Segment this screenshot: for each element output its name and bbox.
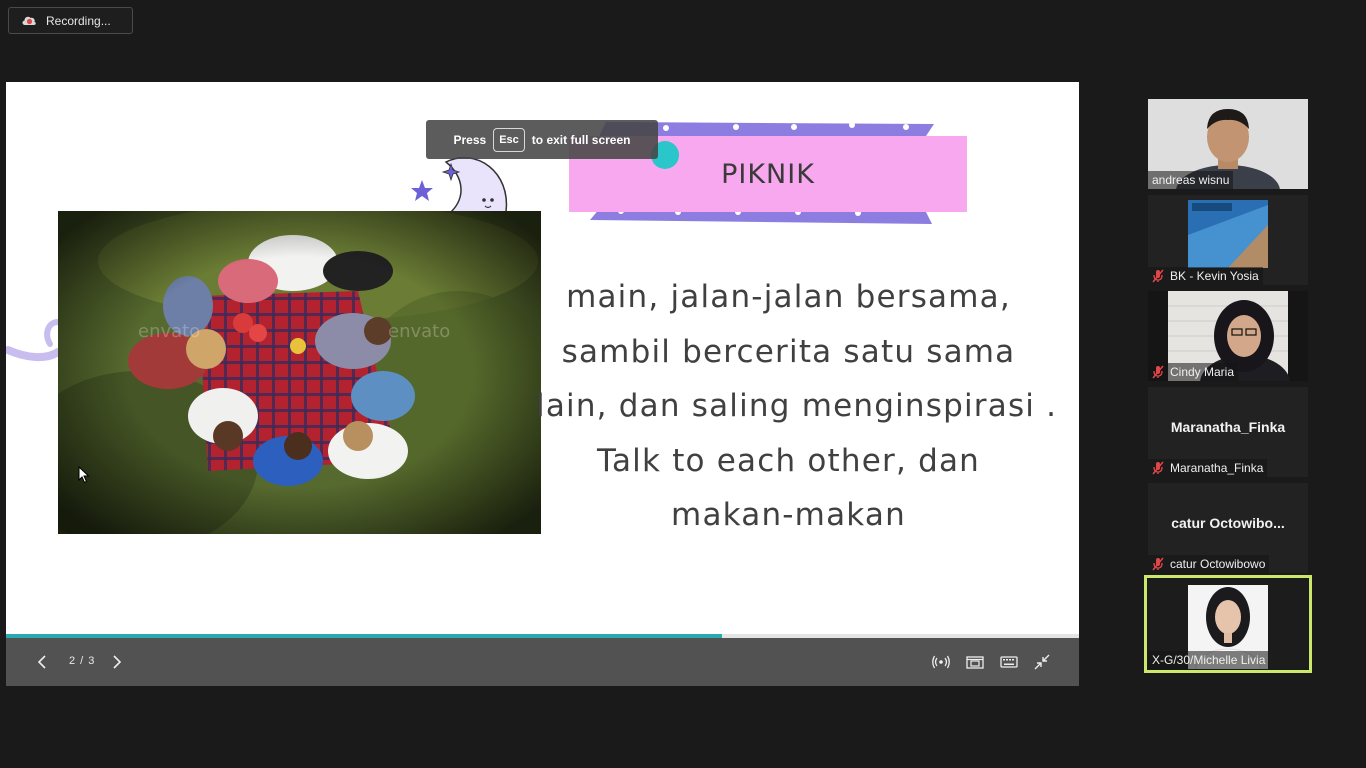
body-line: lain, dan saling menginspirasi .: [536, 388, 1058, 424]
chevron-right-icon: [113, 655, 122, 669]
body-line: main, jalan-jalan bersama,: [566, 279, 1011, 315]
swirl-decoration: [6, 319, 62, 361]
next-slide-button[interactable]: [105, 650, 129, 674]
meeting-window: Recording... envato envato PIKNIK main, …: [0, 0, 1366, 768]
participant-display-name: Maranatha_Finka: [1170, 419, 1286, 435]
presentation-slide: envato envato PIKNIK main, jalan-jalan b…: [6, 82, 1079, 638]
muted-mic-icon: [1152, 557, 1164, 571]
participant-name-bar: catur Octowibowo: [1148, 555, 1270, 573]
participant-name-bar: Cindy Maria: [1148, 363, 1239, 381]
window-icon: [966, 656, 984, 669]
tooltip-press: Press: [453, 132, 487, 147]
recording-label: Recording...: [46, 13, 111, 28]
participant-tile-maranatha[interactable]: Maranatha_Finka Maranatha_Finka: [1148, 387, 1308, 477]
participant-name: Cindy Maria: [1170, 365, 1235, 379]
keyboard-button[interactable]: [997, 650, 1021, 674]
participant-tile-cindy[interactable]: Cindy Maria: [1148, 291, 1308, 381]
exit-fullscreen-icon: [1034, 654, 1050, 670]
body-line: Talk to each other, dan: [596, 442, 981, 479]
body-line: makan-makan: [671, 497, 906, 533]
cloud-record-icon: [21, 14, 36, 27]
participant-name: Maranatha_Finka: [1170, 461, 1264, 475]
shared-screen: envato envato PIKNIK main, jalan-jalan b…: [6, 82, 1079, 686]
mouse-pointer-icon: [78, 466, 90, 484]
exit-fullscreen-tooltip: Press Esc to exit full screen: [426, 120, 658, 159]
participant-name-bar: BK - Kevin Yosia: [1148, 267, 1263, 285]
active-speaker-highlight: [1144, 575, 1312, 673]
muted-mic-icon: [1152, 365, 1164, 379]
previous-slide-button[interactable]: [30, 650, 54, 674]
keyboard-icon: [1000, 656, 1018, 668]
chevron-left-icon: [37, 655, 46, 669]
muted-mic-icon: [1152, 269, 1164, 283]
participant-name: catur Octowibowo: [1170, 557, 1266, 571]
photo-watermark-2: envato: [388, 321, 450, 342]
page-indicator: 2 / 3: [69, 655, 96, 667]
participant-tile-catur[interactable]: catur Octowibo... catur Octowibowo: [1148, 483, 1308, 573]
tooltip-rest: to exit full screen: [531, 132, 631, 147]
participant-name-bar: Maranatha_Finka: [1148, 459, 1268, 477]
window-mode-button[interactable]: [963, 650, 987, 674]
picnic-photo: envato envato: [58, 211, 541, 534]
exit-fullscreen-button[interactable]: [1030, 650, 1054, 674]
participant-tile-andreas[interactable]: andreas wisnu: [1148, 99, 1308, 189]
muted-mic-icon: [1152, 461, 1164, 475]
photo-watermark: envato: [138, 321, 200, 342]
esc-key-badge: Esc: [493, 127, 525, 152]
recording-indicator[interactable]: Recording...: [8, 7, 133, 34]
slideshow-toolbar: 2 / 3: [6, 638, 1079, 686]
broadcast-icon: [932, 655, 950, 669]
participant-name: BK - Kevin Yosia: [1170, 269, 1259, 283]
participant-name: andreas wisnu: [1152, 173, 1230, 187]
body-line: sambil bercerita satu sama: [561, 333, 1016, 370]
participant-name-bar: andreas wisnu: [1148, 171, 1234, 189]
slide-body-text: main, jalan-jalan bersama, sambil bercer…: [536, 270, 1058, 543]
participant-tile-kevin[interactable]: BK - Kevin Yosia: [1148, 195, 1308, 285]
slide-title: PIKNIK: [721, 158, 815, 190]
broadcast-button[interactable]: [929, 650, 953, 674]
participant-display-name: catur Octowibo...: [1171, 515, 1285, 531]
